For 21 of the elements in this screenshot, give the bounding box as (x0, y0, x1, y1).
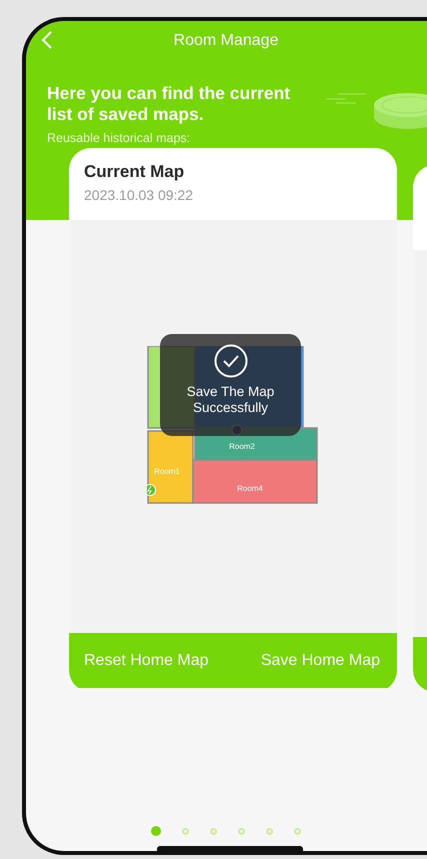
room-label: Room2 (229, 442, 255, 451)
map-action-button[interactable]: Save Home Map (260, 652, 380, 670)
charger-icon (147, 484, 156, 496)
room-label: Room1 (154, 467, 180, 476)
page-indicator-dot[interactable] (238, 828, 245, 834)
room-area[interactable] (147, 430, 194, 504)
back-icon[interactable] (41, 30, 53, 50)
check-icon (214, 344, 248, 378)
page-indicator-dot[interactable] (210, 828, 217, 834)
page-indicator-dot[interactable] (151, 826, 161, 836)
page-indicator-dot[interactable] (294, 828, 301, 834)
page-indicator-dot[interactable] (266, 828, 273, 834)
toast-message: Save The Map Successfully (186, 384, 276, 416)
screen-title: Room Manage (174, 32, 278, 50)
page-indicator-dot[interactable] (182, 828, 189, 834)
map-date: 2023.10.03 09:22 (84, 187, 194, 203)
intro-subtitle: Reusable historical maps: (47, 131, 192, 145)
map-action-button[interactable]: Reset Home Map (84, 652, 208, 670)
room-label: Room4 (237, 484, 263, 493)
intro-headline: Here you can find the current list of saved maps. (47, 83, 292, 125)
map-title: Current Map (84, 162, 186, 182)
